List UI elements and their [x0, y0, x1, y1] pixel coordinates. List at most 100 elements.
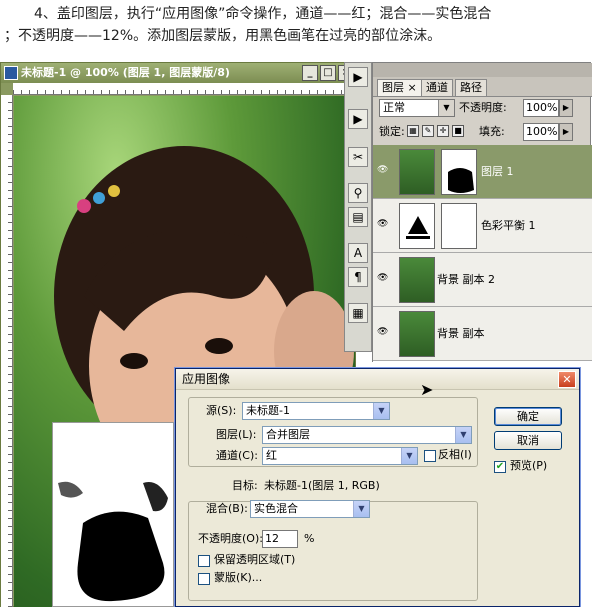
eye-icon[interactable]: 👁: [377, 273, 389, 283]
mask-label: 蒙版(K)...: [214, 571, 263, 584]
mask-thumb-shape: [448, 168, 474, 193]
dialog-titlebar[interactable]: 应用图像 ✕: [176, 369, 579, 390]
blending-value: 实色混合: [254, 502, 298, 515]
balance-icon: [406, 216, 430, 239]
instruction-line-2: ；不透明度——12%。添加图层蒙版，用黑色画笔在过亮的部位涂沫。: [4, 28, 442, 44]
photoshop-doc-icon: [4, 66, 18, 80]
layer-row-2[interactable]: 👁 色彩平衡 1: [373, 199, 592, 253]
mask-checkbox[interactable]: [198, 573, 210, 585]
blend-mode-value: 正常: [383, 101, 405, 114]
tool-play-2-icon[interactable]: ▶: [348, 109, 368, 129]
layer-row-4[interactable]: 👁 背景 副本: [373, 307, 592, 361]
apply-image-dialog: 应用图像 ✕ 源(S): 未标题-1 ▼ 图层(L): 合并图层 ▼ 通道(C)…: [175, 368, 580, 607]
preserve-transparency-label: 保留透明区域(T): [214, 553, 296, 566]
table-icon[interactable]: ▦: [348, 303, 368, 323]
source-select[interactable]: 未标题-1 ▼: [242, 402, 390, 420]
cancel-button[interactable]: 取消: [494, 431, 562, 450]
layer-row-3[interactable]: 👁 背景 副本 2: [373, 253, 592, 307]
lock-paint-icon[interactable]: ✎: [422, 125, 434, 137]
layer-label: 图层(L):: [216, 428, 257, 441]
horizontal-ruler[interactable]: [13, 83, 355, 95]
channel-select[interactable]: 红 ▼: [262, 447, 418, 465]
character-icon[interactable]: A: [348, 243, 368, 263]
channel-label: 通道(C):: [216, 449, 258, 462]
layer-mask-thumbnail[interactable]: [441, 149, 477, 195]
layer-name: 背景 副本: [437, 327, 485, 340]
opacity-arrow-button[interactable]: ▶: [559, 99, 573, 117]
ok-button[interactable]: 确定: [494, 407, 562, 426]
preview-label: 预览(P): [510, 459, 548, 472]
stamp-icon[interactable]: ▤: [348, 207, 368, 227]
dialog-title: 应用图像: [182, 372, 231, 386]
layer-thumbnail: [399, 311, 435, 357]
layer-mask-thumbnail[interactable]: [441, 203, 477, 249]
layer-thumbnail: [399, 257, 435, 303]
usb-icon[interactable]: ⚲: [348, 183, 368, 203]
blend-mode-select[interactable]: 正常 ▼: [379, 99, 455, 117]
opacity-unit: %: [304, 532, 315, 545]
preserve-transparency-checkbox[interactable]: [198, 555, 210, 567]
tab-paths[interactable]: 路径: [455, 79, 487, 96]
fill-input[interactable]: 100%: [523, 123, 559, 141]
chevron-down-icon: ▼: [373, 403, 389, 419]
target-label: 目标:: [232, 479, 258, 492]
layer-row-1[interactable]: 👁 图层 1: [373, 145, 592, 199]
layer-value: 合并图层: [266, 428, 310, 441]
document-titlebar[interactable]: 未标题-1 @ 100% (图层 1, 图层蒙版/8) _ □ ×: [1, 63, 357, 83]
source-value: 未标题-1: [246, 404, 290, 417]
opacity-label: 不透明度:: [459, 101, 507, 114]
layer-name: 图层 1: [481, 165, 514, 178]
lock-row: 锁定: ▦ ✎ ✛ ■ 填充: 100% ▶: [373, 121, 592, 143]
layer-thumbnail: [399, 149, 435, 195]
mask-shape: [53, 423, 173, 606]
mouse-cursor-icon: ➤: [420, 380, 434, 399]
chevron-down-icon: ▼: [353, 501, 369, 517]
chevron-down-icon: ▼: [401, 448, 417, 464]
preview-checkbox[interactable]: ✔: [494, 461, 506, 473]
lock-move-icon[interactable]: ✛: [437, 125, 449, 137]
lock-all-icon[interactable]: ■: [452, 125, 464, 137]
layer-mask-preview: [52, 422, 174, 607]
tool-play-icon[interactable]: ▶: [348, 67, 368, 87]
document-title: 未标题-1 @ 100% (图层 1, 图层蒙版/8): [21, 66, 230, 79]
fill-arrow-button[interactable]: ▶: [559, 123, 573, 141]
vertical-ruler[interactable]: [1, 95, 13, 607]
instruction-text: 4、盖印图层，执行“应用图像”命令操作，通道——红；混合——实色混合 ；不透明度…: [4, 3, 590, 47]
chevron-down-icon: ▼: [438, 100, 454, 116]
tab-layers[interactable]: 图层 ×: [377, 79, 422, 96]
layer-select[interactable]: 合并图层 ▼: [262, 426, 472, 444]
dialog-opacity-input[interactable]: 12: [262, 530, 298, 548]
opacity-input[interactable]: 100%: [523, 99, 559, 117]
eye-icon[interactable]: 👁: [377, 219, 389, 229]
lock-icons: ▦ ✎ ✛ ■: [407, 125, 464, 137]
close-icon[interactable]: ✕: [558, 371, 576, 388]
adjustment-icon: [399, 203, 435, 249]
scissors-icon[interactable]: ✂: [348, 147, 368, 167]
blending-label: 混合(B):: [206, 502, 248, 515]
lock-transparent-icon[interactable]: ▦: [407, 125, 419, 137]
maximize-button[interactable]: □: [320, 65, 336, 81]
panel-header[interactable]: [373, 63, 592, 77]
source-label: 源(S):: [206, 404, 237, 417]
lock-label: 锁定:: [379, 125, 405, 138]
paragraph-icon[interactable]: ¶: [348, 267, 368, 287]
invert-label: 反相(I): [438, 448, 472, 461]
channel-value: 红: [266, 449, 277, 462]
target-value: 未标题-1(图层 1, RGB): [264, 479, 380, 492]
blending-select[interactable]: 实色混合 ▼: [250, 500, 370, 518]
page: 4、盖印图层，执行“应用图像”命令操作，通道——红；混合——实色混合 ；不透明度…: [0, 0, 593, 607]
layer-list: 👁 图层 1 👁 色彩平衡 1 👁 背景 副本 2 👁 背景 副本: [373, 145, 592, 363]
eye-icon[interactable]: 👁: [377, 327, 389, 337]
invert-checkbox[interactable]: [424, 450, 436, 462]
chevron-down-icon: ▼: [455, 427, 471, 443]
tool-strip: ▶ ▶ ✂ ⚲ ▤ A ¶ ▦: [344, 62, 372, 352]
tab-channels[interactable]: 通道: [421, 79, 453, 96]
blend-row: 正常 ▼ 不透明度: 100% ▶: [373, 97, 592, 119]
instruction-line-1: 4、盖印图层，执行“应用图像”命令操作，通道——红；混合——实色混合: [34, 6, 492, 22]
layers-panel: 图层 × 通道 路径 正常 ▼ 不透明度: 100% ▶ 锁定: ▦ ✎ ✛ ■…: [372, 62, 592, 363]
minimize-button[interactable]: _: [302, 65, 318, 81]
panel-tabs: 图层 × 通道 路径: [373, 77, 592, 97]
fill-label: 填充:: [479, 125, 505, 138]
eye-icon[interactable]: 👁: [377, 165, 389, 175]
layer-name: 色彩平衡 1: [481, 219, 536, 232]
